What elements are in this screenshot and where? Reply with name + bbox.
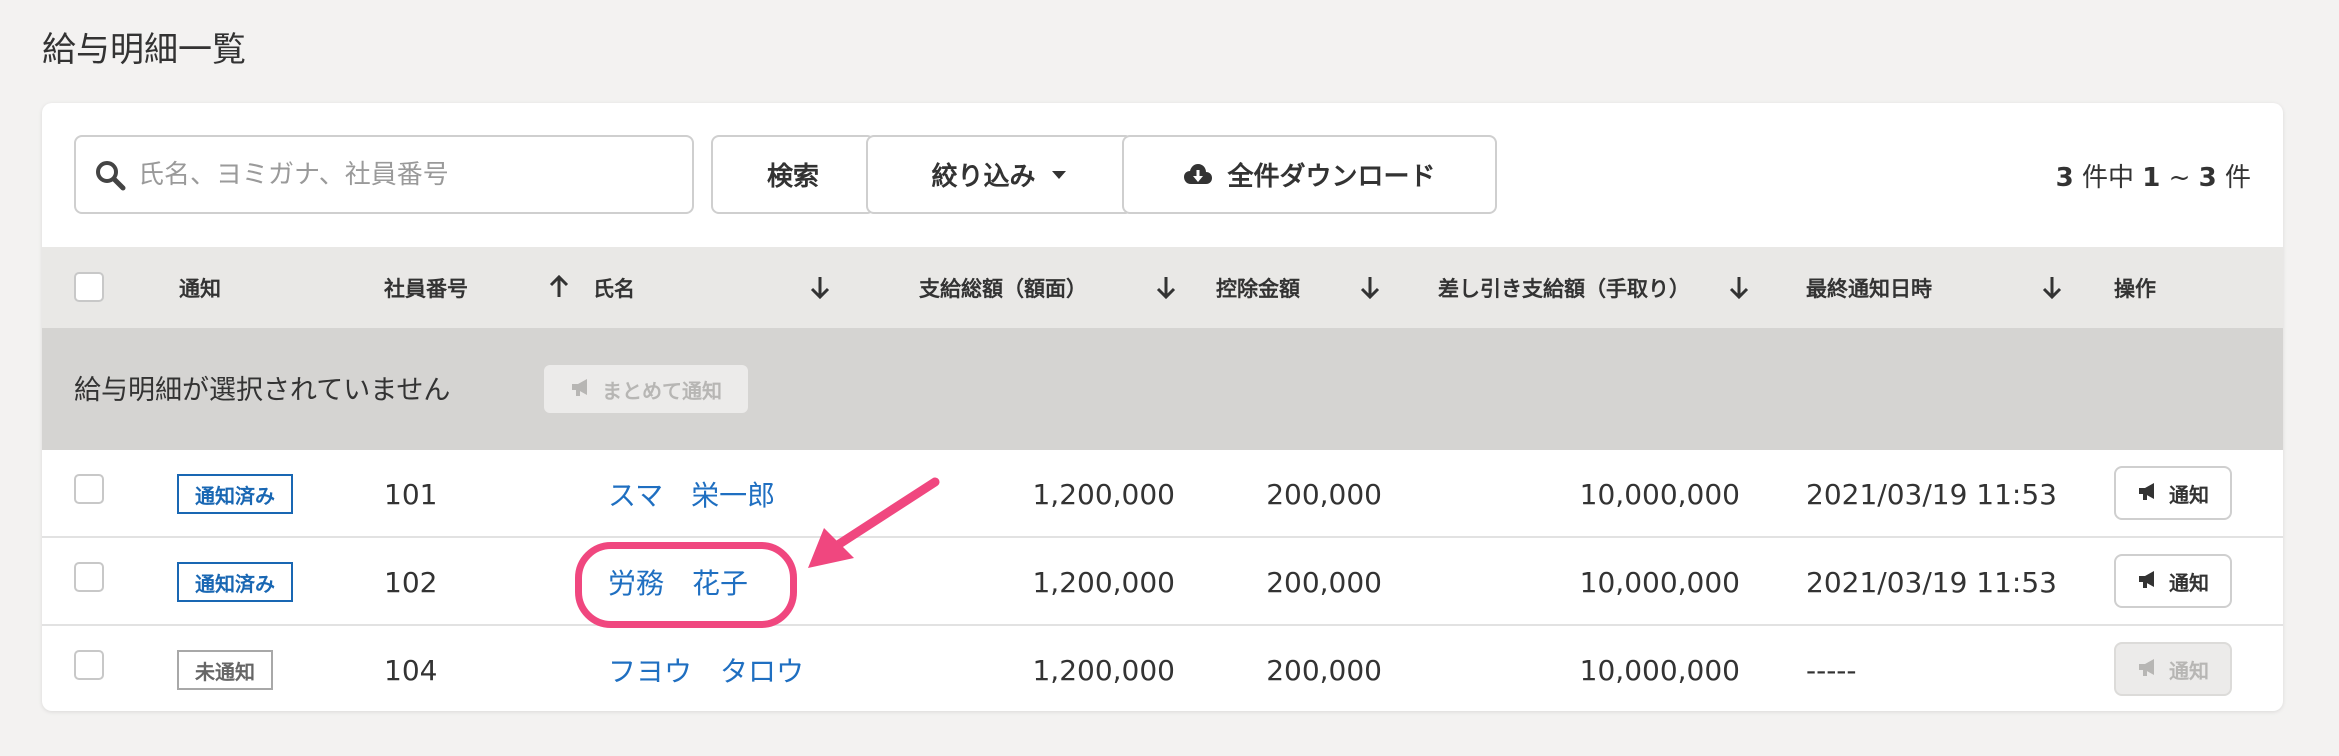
page-title: 給与明細一覧 (42, 30, 246, 70)
last-notified: 2021/03/19 11:53 (1806, 565, 2057, 599)
last-notified: 2021/03/19 11:53 (1806, 477, 2057, 511)
notify-label: 通知 (2169, 658, 2209, 683)
megaphone-icon (2137, 569, 2159, 594)
table-header: 通知 社員番号 氏名 支給総額（額面） 控除金額 差し引き支給額（手取り） 最終… (42, 247, 2283, 328)
payslip-card: 検索 絞り込み 全件ダウンロード 3 件中 1 ~ 3 件 (42, 103, 2283, 711)
header-gross[interactable]: 支給総額（額面） (919, 247, 1199, 328)
bulk-notify-button[interactable]: まとめて通知 (544, 365, 748, 413)
header-actions: 操作 (2114, 247, 2156, 328)
header-employee-no[interactable]: 社員番号 (384, 247, 574, 328)
header-employee-no-label: 社員番号 (384, 276, 468, 301)
table-row: 未通知 104 フヨウ タロウ 1,200,000 200,000 10,000… (42, 626, 2283, 711)
count-start: 1 (2142, 163, 2161, 193)
employee-name[interactable]: フヨウ タロウ (608, 650, 804, 690)
arrow-down-icon (806, 273, 834, 301)
select-all-checkbox[interactable] (74, 272, 104, 302)
search-icon (94, 159, 126, 191)
gross-amount: 1,200,000 (1032, 565, 1175, 599)
megaphone-icon (2137, 481, 2159, 506)
search-button[interactable]: 検索 (711, 135, 875, 214)
employee-name[interactable]: スマ 栄一郎 (608, 474, 775, 514)
status-badge: 未通知 (177, 650, 273, 690)
employee-name-link[interactable]: 労務 花子 (608, 538, 748, 626)
arrow-down-icon (2038, 273, 2066, 301)
header-name[interactable]: 氏名 (593, 247, 893, 328)
arrow-down-icon (1152, 273, 1180, 301)
header-notify: 通知 (179, 247, 221, 328)
header-last-notified-label: 最終通知日時 (1806, 276, 1932, 301)
arrow-down-icon (1725, 273, 1753, 301)
employee-name[interactable]: 労務 花子 (608, 562, 748, 602)
gross-amount: 1,200,000 (1032, 653, 1175, 687)
table-row: 通知済み 101 スマ 栄一郎 1,200,000 200,000 10,000… (42, 450, 2283, 538)
net-amount: 10,000,000 (1579, 477, 1740, 511)
notify-button[interactable]: 通知 (2114, 466, 2232, 520)
arrow-down-icon (1356, 273, 1384, 301)
bulk-notify-label: まとめて通知 (602, 378, 722, 403)
selection-banner: 給与明細が選択されていません まとめて通知 (42, 328, 2283, 450)
header-net-label: 差し引き支給額（手取り） (1438, 276, 1690, 301)
last-notified: ----- (1806, 653, 1857, 687)
row-checkbox[interactable] (74, 650, 104, 680)
header-name-label: 氏名 (593, 276, 635, 301)
count-end: 3 (2198, 163, 2217, 193)
download-all-label: 全件ダウンロード (1227, 162, 1436, 192)
row-checkbox[interactable] (74, 474, 104, 504)
filter-button[interactable]: 絞り込み (866, 135, 1133, 214)
header-net[interactable]: 差し引き支給額（手取り） (1438, 247, 1778, 328)
employee-no: 102 (384, 565, 438, 599)
count-mid: 件中 (2073, 163, 2143, 193)
header-actions-label: 操作 (2114, 276, 2156, 301)
download-all-button[interactable]: 全件ダウンロード (1122, 135, 1497, 214)
header-deduction-label: 控除金額 (1216, 276, 1300, 301)
arrow-up-icon (545, 273, 573, 301)
search-button-label: 検索 (766, 162, 819, 192)
status-badge: 通知済み (177, 562, 293, 602)
notify-label: 通知 (2169, 482, 2209, 507)
search-box[interactable] (74, 135, 694, 214)
count-total: 3 (2055, 163, 2074, 193)
deduction-amount: 200,000 (1266, 477, 1382, 511)
megaphone-icon (570, 377, 592, 402)
employee-no: 101 (384, 477, 438, 511)
table-row: 通知済み 102 労務 花子 1,200,000 200,000 10,000,… (42, 538, 2283, 626)
employee-name-link[interactable]: フヨウ タロウ (608, 626, 804, 711)
deduction-amount: 200,000 (1266, 565, 1382, 599)
count-suffix: 件 (2216, 163, 2251, 193)
employee-no: 104 (384, 653, 438, 687)
employee-name-link[interactable]: スマ 栄一郎 (608, 450, 775, 538)
notify-button[interactable]: 通知 (2114, 554, 2232, 608)
cloud-download-icon (1183, 162, 1213, 188)
gross-amount: 1,200,000 (1032, 477, 1175, 511)
status-badge: 通知済み (177, 474, 293, 514)
net-amount: 10,000,000 (1579, 653, 1740, 687)
header-notify-label: 通知 (179, 276, 221, 301)
search-input[interactable] (136, 147, 676, 203)
header-deduction[interactable]: 控除金額 (1216, 247, 1396, 328)
megaphone-icon (2137, 657, 2159, 682)
net-amount: 10,000,000 (1579, 565, 1740, 599)
result-count: 3 件中 1 ~ 3 件 (2056, 157, 2251, 194)
row-checkbox[interactable] (74, 562, 104, 592)
notify-label: 通知 (2169, 570, 2209, 595)
caret-down-icon (1050, 169, 1068, 181)
deduction-amount: 200,000 (1266, 653, 1382, 687)
filter-button-label: 絞り込み (931, 162, 1036, 192)
header-last-notified[interactable]: 最終通知日時 (1806, 247, 2086, 328)
toolbar: 検索 絞り込み 全件ダウンロード 3 件中 1 ~ 3 件 (42, 103, 2283, 247)
header-gross-label: 支給総額（額面） (919, 276, 1087, 301)
selection-status-text: 給与明細が選択されていません (74, 375, 451, 406)
count-sep: ~ (2160, 163, 2199, 193)
notify-button[interactable]: 通知 (2114, 642, 2232, 696)
